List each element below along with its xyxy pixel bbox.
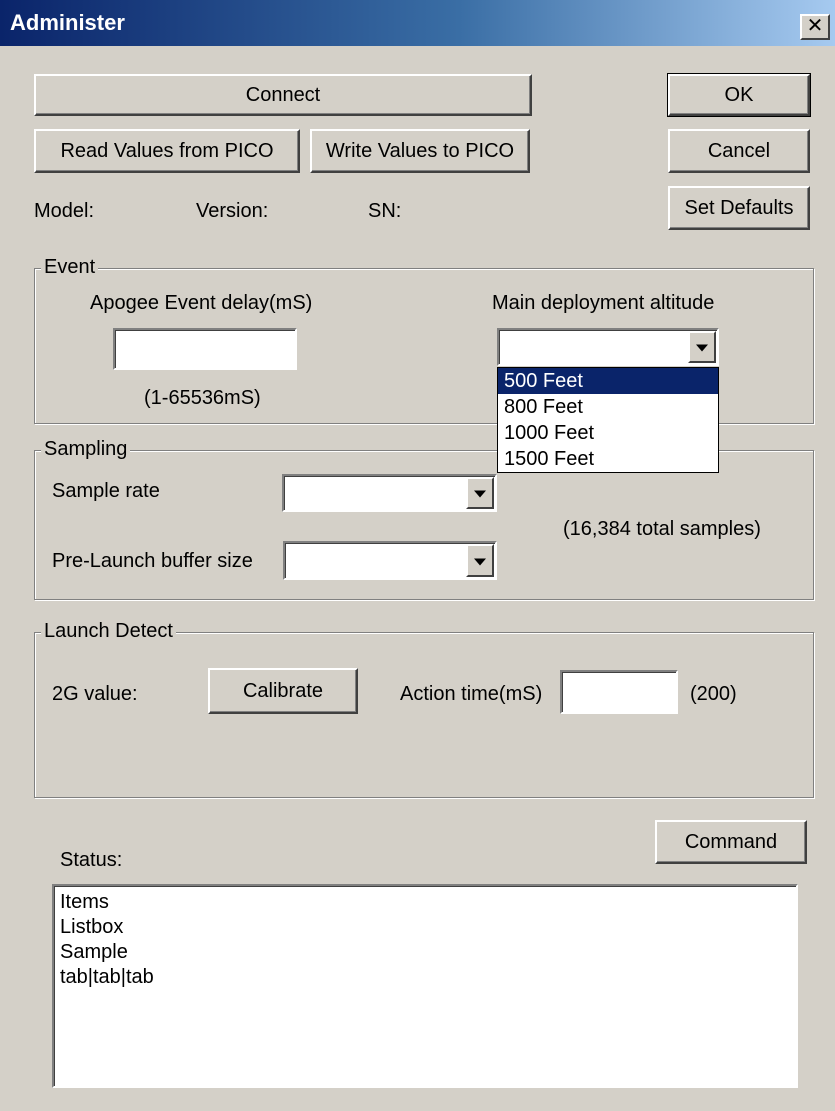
main-altitude-label: Main deployment altitude <box>492 292 715 314</box>
set-defaults-label: Set Defaults <box>684 196 794 219</box>
command-button-label: Command <box>684 830 778 853</box>
window-title: Administer <box>10 10 125 35</box>
action-time-label: Action time(mS) <box>400 683 543 705</box>
administer-dialog: Administer ✕ Connect Read Values from PI… <box>0 0 835 1111</box>
status-listbox[interactable]: Items Listbox Sample tab|tab|tab <box>52 884 798 1088</box>
prelaunch-buffer-select[interactable] <box>283 541 497 580</box>
launch-detect-group: Launch Detect <box>34 620 814 798</box>
main-altitude-select[interactable] <box>497 328 719 366</box>
apogee-delay-input[interactable] <box>113 328 297 370</box>
sn-label: SN: <box>368 200 402 222</box>
close-button[interactable]: ✕ <box>800 14 830 40</box>
set-defaults-button[interactable]: Set Defaults <box>668 186 810 230</box>
cancel-button-label: Cancel <box>707 139 771 162</box>
connect-button[interactable]: Connect <box>34 74 532 116</box>
calibrate-button[interactable]: Calibrate <box>208 668 358 714</box>
dropdown-option-1000-feet[interactable]: 1000 Feet <box>498 420 718 446</box>
sample-rate-label: Sample rate <box>52 480 160 502</box>
apogee-delay-range: (1-65536mS) <box>144 387 261 409</box>
read-values-label: Read Values from PICO <box>60 139 274 162</box>
apogee-delay-label: Apogee Event delay(mS) <box>90 292 313 314</box>
read-values-button[interactable]: Read Values from PICO <box>34 129 300 173</box>
sample-rate-select[interactable] <box>282 474 497 512</box>
total-samples-note: (16,384 total samples) <box>563 518 761 540</box>
model-label: Model: <box>34 200 95 222</box>
dropdown-option-1500-feet[interactable]: 1500 Feet <box>498 446 718 472</box>
connect-button-label: Connect <box>245 83 321 106</box>
list-item[interactable]: Items <box>60 890 790 915</box>
main-altitude-dropdown-list[interactable]: 500 Feet 800 Feet 1000 Feet 1500 Feet <box>497 367 719 473</box>
main-altitude-dropdown-button[interactable] <box>688 331 716 363</box>
ok-button-label: OK <box>724 83 754 106</box>
sampling-group-title: Sampling <box>41 438 131 461</box>
calibrate-button-label: Calibrate <box>242 679 324 702</box>
sample-rate-dropdown-button[interactable] <box>466 477 494 509</box>
dropdown-option-800-feet[interactable]: 800 Feet <box>498 394 718 420</box>
write-values-button[interactable]: Write Values to PICO <box>310 129 530 173</box>
action-time-input[interactable] <box>560 670 678 714</box>
prelaunch-buffer-dropdown-button[interactable] <box>466 544 494 577</box>
dropdown-option-500-feet[interactable]: 500 Feet <box>498 368 718 394</box>
prelaunch-buffer-label: Pre-Launch buffer size <box>52 550 253 572</box>
list-item[interactable]: Listbox <box>60 915 790 940</box>
list-item[interactable]: tab|tab|tab <box>60 965 790 990</box>
write-values-label: Write Values to PICO <box>325 139 515 162</box>
title-bar[interactable]: Administer ✕ <box>0 0 835 46</box>
action-time-default: (200) <box>690 683 737 705</box>
close-icon: ✕ <box>806 15 824 37</box>
list-item[interactable]: Sample <box>60 940 790 965</box>
version-label: Version: <box>196 200 269 222</box>
command-button[interactable]: Command <box>655 820 807 864</box>
cancel-button[interactable]: Cancel <box>668 129 810 173</box>
ok-button[interactable]: OK <box>667 73 811 117</box>
launch-detect-group-title: Launch Detect <box>41 620 176 643</box>
event-group-title: Event <box>41 256 99 279</box>
2g-value-label: 2G value: <box>52 683 138 705</box>
status-label: Status: <box>60 849 123 871</box>
